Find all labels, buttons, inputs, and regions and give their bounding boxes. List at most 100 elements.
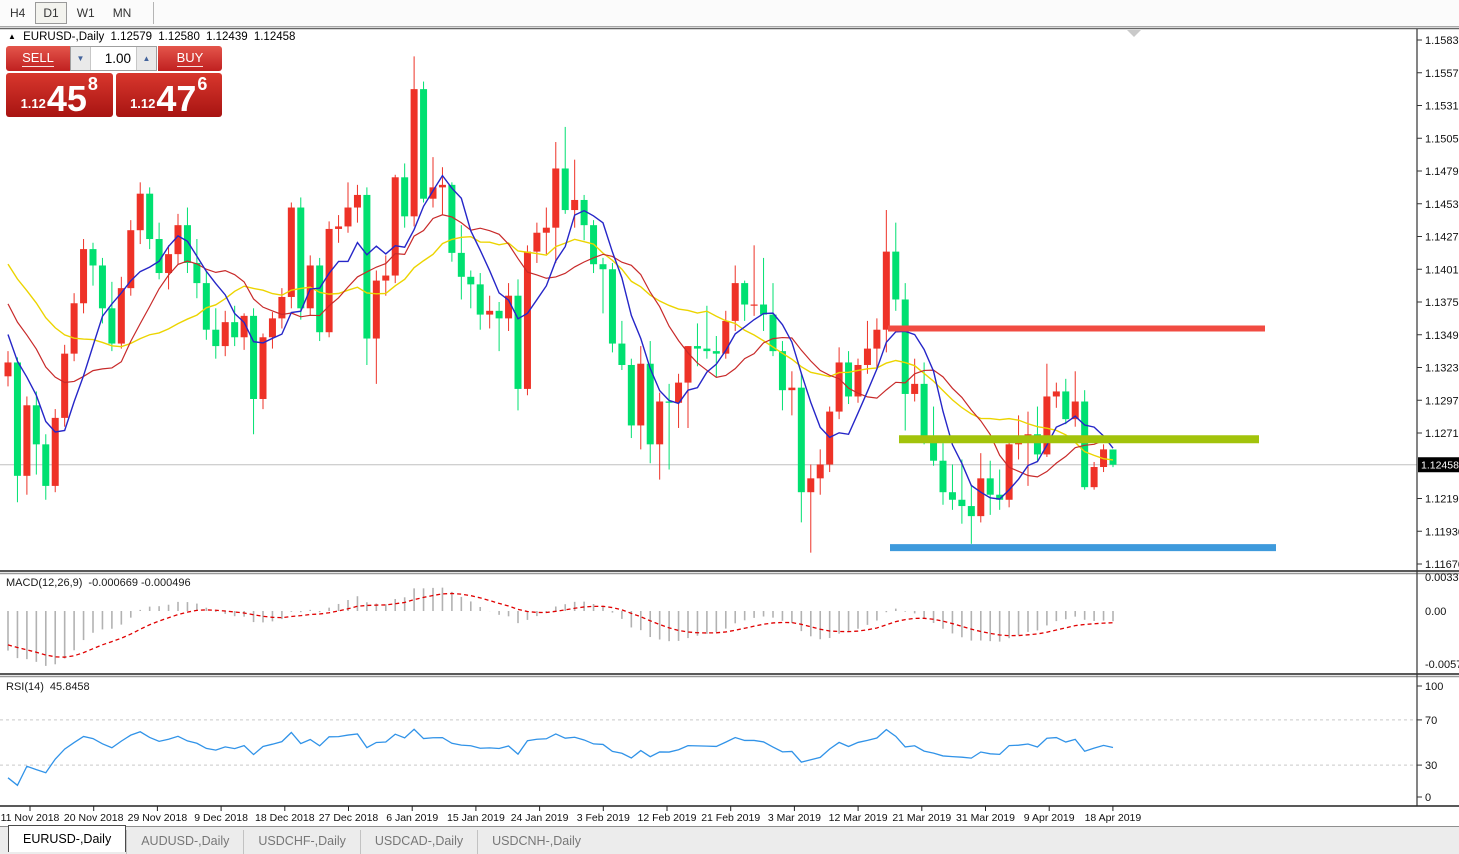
candle-body: [1091, 467, 1098, 487]
candle-body: [864, 349, 871, 365]
date-tick-label: 18 Dec 2018: [255, 812, 315, 824]
candle-body: [156, 239, 163, 273]
current-price-text: 1.12458: [1421, 460, 1459, 472]
candle-body: [845, 362, 852, 396]
candle-body: [71, 303, 78, 353]
tab-audusd[interactable]: AUDUSD-,Daily: [126, 830, 243, 854]
macd-axis-label: 0.00: [1425, 606, 1446, 618]
candle-body: [297, 208, 304, 309]
timeframe-h4-button[interactable]: H4: [2, 2, 33, 24]
date-tick-label: 12 Mar 2019: [829, 812, 888, 824]
candle-body: [968, 506, 975, 516]
rsi-axis-label: 100: [1425, 681, 1443, 693]
price-tick-label: 1.15310: [1425, 101, 1459, 113]
date-tick-label: 24 Jan 2019: [511, 812, 569, 824]
buy-price-button[interactable]: 1.12 47 6: [116, 73, 223, 117]
candle-body: [609, 269, 616, 343]
candle-body: [817, 464, 824, 478]
volume-increase-button[interactable]: ▲: [137, 47, 156, 70]
symbol-period-label: EURUSD-,Daily: [23, 31, 104, 43]
sell-price-button[interactable]: 1.12 45 8: [6, 73, 113, 117]
candle-body: [1081, 402, 1088, 488]
tab-usdcad[interactable]: USDCAD-,Daily: [360, 830, 477, 854]
candle-body: [316, 265, 323, 332]
candle-body: [354, 195, 361, 208]
candle-body: [836, 362, 843, 411]
price-tick-label: 1.11670: [1425, 559, 1459, 571]
buy-button[interactable]: BUY: [158, 46, 222, 71]
rsi-axis-label: 70: [1425, 715, 1437, 727]
candle-body: [807, 478, 814, 492]
rsi-pane-label: RSI(14)45.8458: [6, 681, 90, 693]
candle-body: [80, 249, 87, 303]
date-tick-label: 20 Nov 2018: [64, 812, 124, 824]
candle-body: [751, 305, 758, 306]
candle-body: [515, 296, 522, 389]
date-tick-label: 21 Feb 2019: [701, 812, 760, 824]
macd-current-values: -0.000669 -0.000496: [88, 577, 190, 589]
candle-body: [694, 346, 701, 349]
candle-body: [486, 311, 493, 315]
tab-usdchf[interactable]: USDCHF-,Daily: [243, 830, 360, 854]
macd-name: MACD(12,26,9): [6, 577, 82, 589]
candle-body: [420, 89, 427, 199]
candle-body: [722, 321, 729, 354]
date-tick-label: 18 Apr 2019: [1085, 812, 1142, 824]
candle-body: [335, 226, 342, 229]
mt4-window: H4 D1 W1 MN 1.158301.155701.153101.15050…: [0, 0, 1459, 854]
price-tick-label: 1.14270: [1425, 232, 1459, 244]
high-value: 1.12580: [158, 31, 200, 43]
candle-body: [231, 322, 238, 337]
chart-ohlc-header: ▲ EURUSD-,Daily 1.12579 1.12580 1.12439 …: [8, 31, 298, 43]
collapse-triangle-icon[interactable]: ▲: [8, 32, 16, 41]
candle-body: [958, 500, 965, 506]
buy-price-prefix: 1.12: [130, 97, 155, 110]
candle-body: [940, 461, 947, 492]
candle-body: [108, 308, 115, 343]
candle-body: [1110, 450, 1117, 465]
volume-input[interactable]: 1.00: [90, 47, 137, 70]
candle-body: [61, 354, 68, 418]
timeframe-w1-button[interactable]: W1: [69, 2, 103, 24]
candle-body: [949, 492, 956, 500]
candle-body: [33, 405, 40, 444]
candle-body: [363, 195, 370, 339]
candle-body: [345, 208, 352, 227]
candle-body: [382, 276, 389, 281]
candle-body: [90, 249, 97, 265]
price-tick-label: 1.13230: [1425, 363, 1459, 375]
price-tick-label: 1.14010: [1425, 264, 1459, 276]
candle-body: [892, 252, 899, 300]
tab-usdcnh[interactable]: USDCNH-,Daily: [477, 830, 595, 854]
price-tick-label: 1.11930: [1425, 526, 1459, 538]
candle-body: [23, 405, 30, 476]
candle-body: [685, 346, 692, 383]
date-tick-label: 11 Nov 2018: [1, 812, 60, 824]
candle-body: [883, 252, 890, 330]
toolbar-divider: [153, 2, 154, 24]
date-tick-label: 31 Mar 2019: [956, 812, 1015, 824]
sell-button[interactable]: SELL: [6, 46, 70, 71]
chart-area[interactable]: 1.158301.155701.153101.150501.147901.145…: [0, 27, 1459, 826]
sell-button-label: SELL: [22, 50, 54, 67]
close-value: 1.12458: [254, 31, 296, 43]
macd-axis-label: -0.00574: [1425, 659, 1459, 671]
volume-stepper: ▼ 1.00 ▲: [70, 46, 157, 71]
price-tick-label: 1.13490: [1425, 330, 1459, 342]
macd-axis-label: 0.003386: [1425, 572, 1459, 584]
candle-body: [165, 254, 172, 273]
candle-body: [713, 351, 720, 354]
candle-body: [987, 478, 994, 494]
candle-body: [637, 364, 644, 426]
timeframe-toolbar: H4 D1 W1 MN: [0, 0, 1459, 27]
candle-body: [921, 384, 928, 438]
candle-body: [250, 316, 257, 399]
rsi-axis-label: 30: [1425, 760, 1437, 772]
candle-body: [392, 177, 399, 275]
volume-decrease-button[interactable]: ▼: [71, 47, 90, 70]
candle-body: [212, 330, 219, 346]
timeframe-mn-button[interactable]: MN: [105, 2, 140, 24]
timeframe-d1-button[interactable]: D1: [35, 2, 66, 24]
tab-eurusd[interactable]: EURUSD-,Daily: [8, 825, 126, 852]
symbol-tabbar: EURUSD-,Daily AUDUSD-,Daily USDCHF-,Dail…: [0, 826, 1459, 854]
